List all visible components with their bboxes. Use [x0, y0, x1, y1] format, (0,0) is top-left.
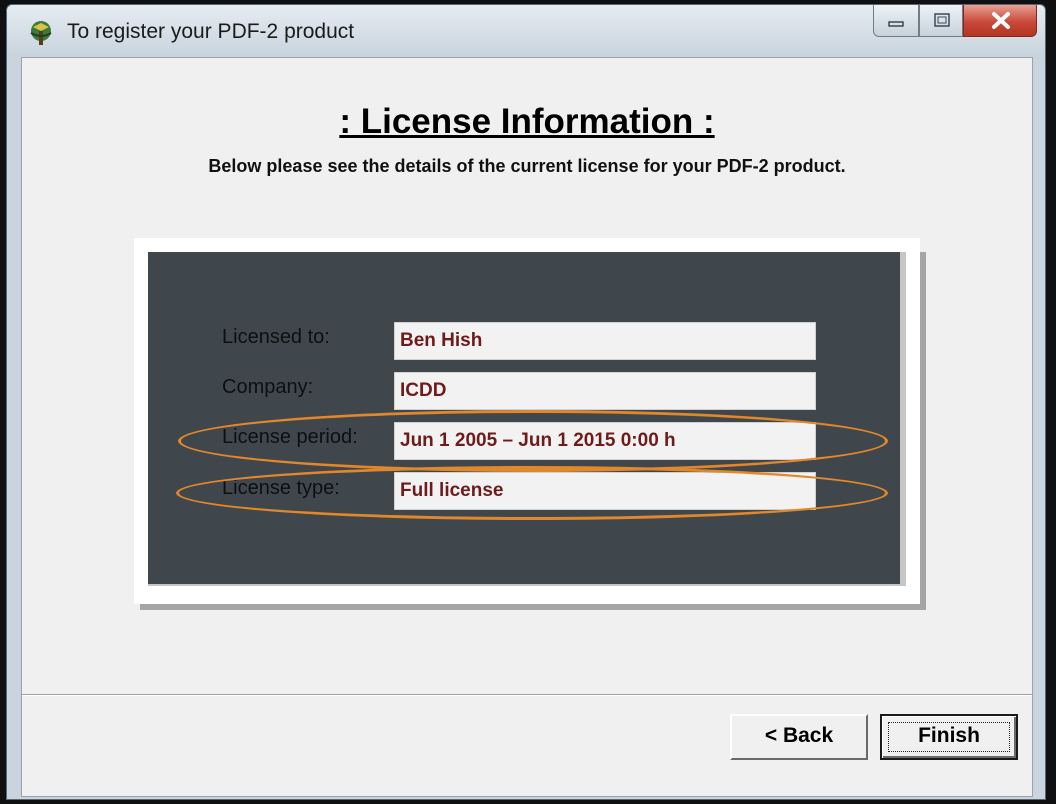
focus-rectangle: [888, 722, 1010, 752]
maximize-button[interactable]: [919, 5, 963, 37]
pdf2-app-icon: [30, 21, 52, 45]
back-button[interactable]: < Back: [730, 714, 868, 760]
licensed-to-label: Licensed to:: [222, 326, 330, 348]
license-type-highlight: [176, 466, 888, 520]
close-icon: [992, 12, 1010, 29]
license-period-highlight: [178, 410, 888, 472]
dialog-body: : License Information : Below please see…: [21, 57, 1033, 797]
register-dialog: To register your PDF-2 product: License…: [6, 4, 1046, 800]
window-title: To register your PDF-2 product: [67, 20, 355, 43]
minimize-icon: [888, 21, 904, 27]
maximize-icon: [934, 13, 950, 27]
window-controls: [873, 5, 1037, 39]
licensed-to-field: Ben Hish: [394, 322, 816, 360]
company-label: Company:: [222, 376, 314, 398]
desktop-background: To register your PDF-2 product: License…: [0, 0, 1056, 804]
title-bar[interactable]: To register your PDF-2 product: [7, 5, 1045, 57]
license-panel: Licensed to: Ben Hish Company: ICDD Lice…: [148, 252, 906, 586]
page-title: : License Information :: [339, 102, 715, 141]
close-button[interactable]: [963, 5, 1037, 37]
page-subtitle: Below please see the details of the curr…: [208, 156, 846, 176]
license-frame: Licensed to: Ben Hish Company: ICDD Lice…: [134, 238, 926, 604]
footer-divider: [22, 694, 1032, 696]
finish-button[interactable]: Finish: [880, 714, 1018, 760]
minimize-button[interactable]: [873, 5, 919, 37]
company-field: ICDD: [394, 372, 816, 410]
